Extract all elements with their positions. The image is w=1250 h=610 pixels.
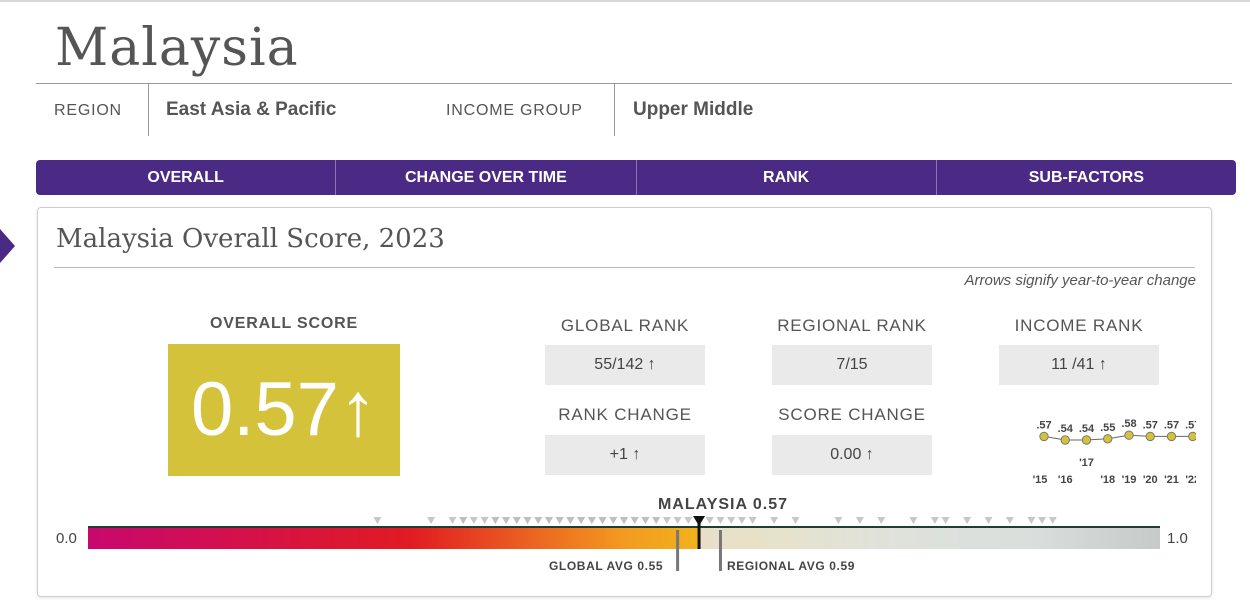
panel-divider: [54, 267, 1195, 268]
tab-overall[interactable]: OVERALL: [36, 160, 335, 195]
global-rank-label: GLOBAL RANK: [560, 316, 690, 335]
sparkline-year-label: '19: [1122, 474, 1137, 483]
sparkline-year-label: '22: [1185, 474, 1196, 483]
sparkline-year-label: '21: [1164, 474, 1179, 483]
score-trend-sparkline: .57 .54 .54 .55 .58 .57 .57 .57 '15 '16 '17 '18 '19 '…: [1033, 418, 1196, 483]
income-group-label: INCOME GROUP: [446, 102, 583, 119]
sparkline-year-label: '17: [1079, 457, 1094, 469]
sparkline-value-label: .57: [1164, 419, 1179, 431]
score-change-label: SCORE CHANGE: [778, 405, 926, 424]
sparkline-point: [1081, 435, 1092, 445]
overall-score-label: OVERALL SCORE: [210, 315, 358, 332]
arrows-note: Arrows signify year-to-year change: [964, 272, 1197, 289]
sparkline-value-label: .55: [1100, 422, 1115, 434]
income-rank-label: INCOME RANK: [1014, 316, 1144, 335]
sparkline-point: [1166, 431, 1177, 442]
overall-score-value: 0.57: [191, 367, 339, 452]
income-rank-value: 11 /41 ↑: [999, 345, 1159, 385]
sparkline-value-label: .57: [1143, 419, 1158, 431]
region-value: East Asia & Pacific: [166, 99, 337, 120]
country-marker-label: MALAYSIA 0.57: [657, 496, 789, 513]
sparkline-point: [1188, 431, 1196, 442]
section-pointer-icon: [0, 229, 15, 263]
scale-min-label: 0.0: [56, 530, 77, 547]
tab-rank[interactable]: RANK: [635, 160, 936, 195]
sparkline-value-label: .57: [1185, 419, 1196, 431]
top-border: [0, 0, 1250, 2]
up-arrow-icon: ↑: [338, 367, 377, 452]
income-group-value: Upper Middle: [633, 99, 754, 120]
meta-divider: [614, 84, 615, 136]
sparkline-value-label: .54: [1058, 423, 1074, 435]
regional-rank-label: REGIONAL RANK: [777, 316, 927, 335]
sparkline-value-label: .54: [1079, 423, 1095, 435]
sparkline-year-label: '15: [1033, 474, 1048, 483]
tab-sub-factors[interactable]: SUB-FACTORS: [935, 160, 1236, 195]
sparkline-year-label: '18: [1100, 474, 1115, 483]
overall-score-panel: Malaysia Overall Score, 2023 Arrows sign…: [37, 207, 1212, 597]
scale-max-label: 1.0: [1167, 530, 1188, 547]
section-tabs: OVERALL CHANGE OVER TIME RANK SUB-FACTOR…: [36, 160, 1236, 195]
region-label: REGION: [54, 102, 122, 119]
sparkline-point: [1124, 430, 1134, 440]
regional-rank-value: 7/15: [772, 345, 932, 385]
sparkline-value-label: .57: [1036, 419, 1051, 431]
sparkline-point: [1060, 435, 1070, 445]
tab-change-over-time[interactable]: CHANGE OVER TIME: [335, 160, 635, 195]
score-change-value: 0.00 ↑: [772, 435, 932, 475]
sparkline-point: [1145, 431, 1155, 442]
sparkline-point: [1103, 434, 1113, 444]
sparkline-value-label: .58: [1121, 418, 1136, 430]
meta-divider: [148, 84, 149, 136]
country-title: Malaysia: [55, 18, 299, 78]
rank-change-label: RANK CHANGE: [558, 405, 692, 424]
rank-change-value: +1 ↑: [545, 435, 705, 475]
panel-title: Malaysia Overall Score, 2023: [56, 224, 445, 254]
country-meta-row: REGION East Asia & Pacific INCOME GROUP …: [36, 84, 1232, 139]
regional-avg-label: REGIONAL AVG 0.59: [727, 559, 856, 573]
sparkline-year-label: '16: [1058, 474, 1073, 483]
global-avg-label: GLOBAL AVG 0.55: [549, 559, 664, 573]
global-rank-value: 55/142 ↑: [545, 345, 705, 385]
sparkline-year-label: '20: [1143, 474, 1158, 483]
sparkline-point: [1039, 431, 1049, 442]
overall-score-box: 0.57↑: [168, 344, 400, 476]
